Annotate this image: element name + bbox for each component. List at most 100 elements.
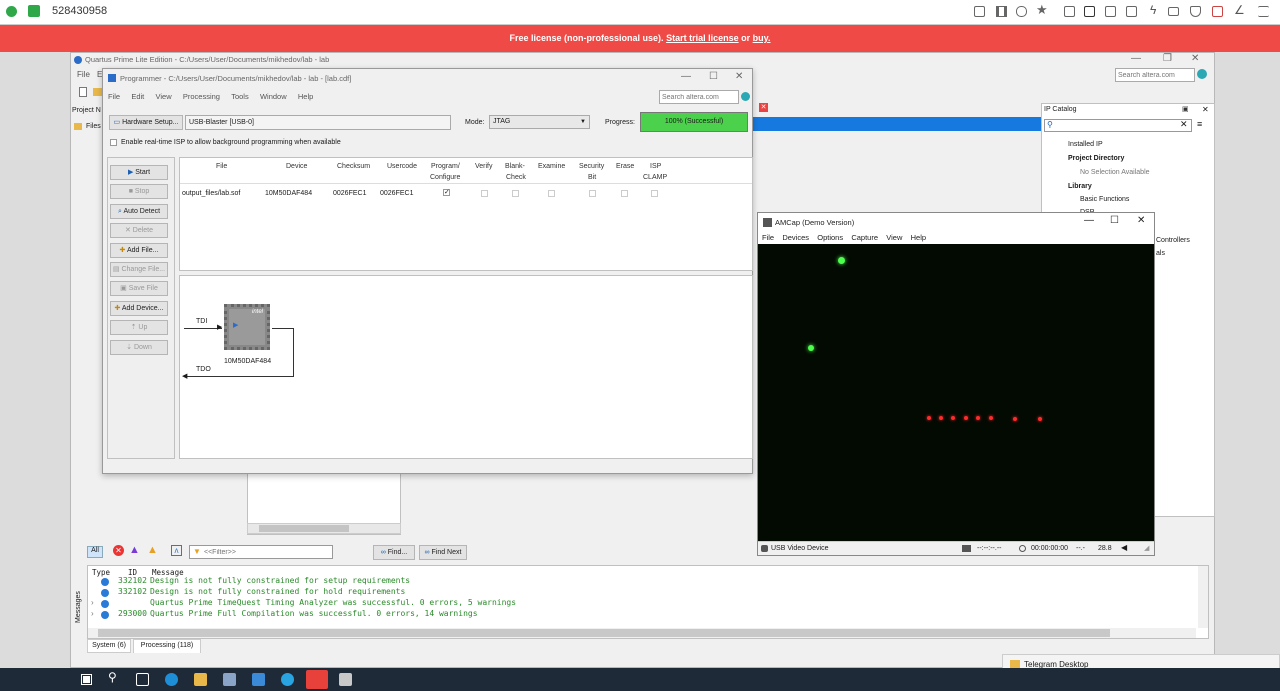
message-filter-input[interactable] bbox=[189, 545, 333, 559]
basic-functions-item[interactable]: Basic Functions bbox=[1080, 196, 1129, 203]
files-tree-item[interactable]: Files bbox=[86, 123, 101, 130]
edge-icon[interactable] bbox=[165, 673, 178, 686]
messages-all-button[interactable]: All bbox=[87, 546, 103, 558]
close-button[interactable]: ✕ bbox=[1191, 53, 1199, 64]
quartus-taskbar-icon[interactable] bbox=[339, 673, 352, 686]
tab-system[interactable]: System (6) bbox=[87, 639, 131, 653]
task-view-icon[interactable] bbox=[136, 673, 149, 686]
stop-button[interactable]: ■ Stop bbox=[110, 184, 168, 199]
verify-checkbox[interactable] bbox=[481, 190, 488, 197]
programmer-close-button[interactable]: ✕ bbox=[735, 71, 743, 82]
start-button[interactable]: ▶ Start bbox=[110, 165, 168, 180]
speaker-icon[interactable]: ◀ bbox=[1121, 543, 1127, 552]
search-icon[interactable]: ⚲ bbox=[108, 670, 117, 684]
amcap-menu-file[interactable]: File bbox=[762, 233, 774, 242]
amcap-minimize-button[interactable]: — bbox=[1084, 215, 1094, 226]
als-item[interactable]: als bbox=[1156, 250, 1165, 257]
add-file-button[interactable]: ✚ Add File... bbox=[110, 243, 168, 258]
find-next-button[interactable]: ∞ Find Next bbox=[419, 545, 467, 560]
lightning-icon[interactable]: ϟ bbox=[1150, 3, 1156, 17]
library-item[interactable]: Library bbox=[1068, 183, 1092, 190]
menu-processing[interactable]: Processing bbox=[183, 92, 220, 101]
project-directory-item[interactable]: Project Directory bbox=[1068, 155, 1124, 162]
minimize-button[interactable]: — bbox=[1131, 53, 1141, 64]
new-file-icon[interactable] bbox=[79, 87, 87, 97]
up-button[interactable]: ⇡ Up bbox=[110, 320, 168, 335]
program-checkbox[interactable]: ✓ bbox=[443, 189, 450, 196]
quartus-search-input[interactable] bbox=[1115, 68, 1195, 82]
menu-file[interactable]: File bbox=[77, 70, 90, 79]
ip-menu-icon[interactable]: ≡ bbox=[1197, 119, 1202, 129]
isp-clamp-checkbox[interactable] bbox=[651, 190, 658, 197]
messages-v-scrollbar[interactable] bbox=[1198, 566, 1208, 628]
globe-icon[interactable] bbox=[1197, 69, 1207, 79]
shield-icon[interactable] bbox=[1190, 6, 1201, 17]
menu-view[interactable]: View bbox=[156, 92, 172, 101]
programmer-maximize-button[interactable]: ☐ bbox=[709, 71, 718, 82]
save-file-button[interactable]: ▣ Save File bbox=[110, 281, 168, 296]
expand-chevron-icon[interactable]: › bbox=[91, 609, 94, 618]
amcap-menu-capture[interactable]: Capture bbox=[851, 233, 878, 242]
tab-close-icon[interactable]: ✕ bbox=[759, 103, 768, 112]
trial-license-link[interactable]: Start trial license bbox=[666, 33, 739, 43]
keyboard-icon[interactable] bbox=[1168, 7, 1179, 16]
down-button[interactable]: ⇣ Down bbox=[110, 340, 168, 355]
examine-checkbox[interactable] bbox=[548, 190, 555, 197]
fpga-chip[interactable]: intel ▶ bbox=[224, 304, 270, 350]
amcap-menu-help[interactable]: Help bbox=[911, 233, 926, 242]
isp-checkbox[interactable] bbox=[110, 139, 117, 146]
ip-catalog-pin-icon[interactable]: ▣ bbox=[1182, 105, 1189, 113]
warning-filter-icon[interactable]: ▲ bbox=[147, 544, 158, 556]
erase-checkbox[interactable] bbox=[621, 190, 628, 197]
maximize-button[interactable]: ❐ bbox=[1163, 53, 1172, 64]
anydesk-icon[interactable] bbox=[306, 670, 328, 689]
scrollbar-thumb[interactable] bbox=[259, 525, 349, 532]
resize-grip-icon[interactable]: ◢ bbox=[1144, 544, 1149, 552]
buy-link[interactable]: buy. bbox=[753, 33, 771, 43]
delete-button[interactable]: ✕ Delete bbox=[110, 223, 168, 238]
find-button[interactable]: ∞ Find... bbox=[373, 545, 415, 560]
window-close-icon[interactable] bbox=[1212, 6, 1223, 17]
windows-start-icon[interactable] bbox=[80, 673, 93, 686]
ip-catalog-close-icon[interactable]: ✕ bbox=[1202, 105, 1209, 114]
hourglass-icon[interactable] bbox=[996, 6, 1007, 17]
menu-icon[interactable] bbox=[1258, 6, 1269, 17]
notes-icon[interactable] bbox=[223, 673, 236, 686]
auto-detect-button[interactable]: ⌕ Auto Detect bbox=[110, 204, 168, 219]
amcap-maximize-button[interactable]: ☐ bbox=[1110, 215, 1119, 226]
critical-warning-filter-icon[interactable]: ▲ bbox=[129, 544, 140, 556]
security-bit-checkbox[interactable] bbox=[589, 190, 596, 197]
file-icon[interactable] bbox=[1064, 6, 1075, 17]
explorer-icon[interactable] bbox=[194, 673, 207, 686]
amcap-close-button[interactable]: ✕ bbox=[1137, 215, 1145, 226]
chat-icon[interactable] bbox=[974, 6, 985, 17]
menu-help[interactable]: Help bbox=[298, 92, 313, 101]
messages-scroll-thumb[interactable] bbox=[98, 629, 1110, 637]
error-filter-icon[interactable]: ✕ bbox=[113, 545, 124, 556]
message-icon[interactable] bbox=[1126, 6, 1137, 17]
ip-search-input[interactable] bbox=[1044, 119, 1192, 132]
menu-window[interactable]: Window bbox=[260, 92, 287, 101]
monitor-icon[interactable] bbox=[1105, 6, 1116, 17]
database-icon[interactable] bbox=[1016, 6, 1027, 17]
controllers-item[interactable]: Controllers bbox=[1156, 237, 1190, 244]
pen-icon[interactable]: ∠ bbox=[1234, 3, 1245, 17]
amcap-menu-devices[interactable]: Devices bbox=[782, 233, 809, 242]
star-icon[interactable]: ★ bbox=[1036, 2, 1048, 18]
amcap-menu-view[interactable]: View bbox=[886, 233, 902, 242]
add-device-button[interactable]: ✚ Add Device... bbox=[110, 301, 168, 316]
suppressed-filter-icon[interactable]: ʌ bbox=[171, 545, 182, 556]
menu-file[interactable]: File bbox=[108, 92, 120, 101]
store-icon[interactable] bbox=[252, 673, 265, 686]
hardware-setup-button[interactable]: ▭ Hardware Setup... bbox=[109, 115, 183, 130]
tab-processing[interactable]: Processing (118) bbox=[133, 639, 201, 653]
menu-edit[interactable]: Edit bbox=[131, 92, 144, 101]
globe-icon[interactable] bbox=[741, 92, 750, 101]
telegram-icon[interactable] bbox=[281, 673, 294, 686]
programmer-minimize-button[interactable]: — bbox=[681, 71, 691, 82]
remote-control-icon[interactable] bbox=[1084, 6, 1095, 17]
programmer-search-input[interactable] bbox=[659, 90, 739, 104]
blank-check-checkbox[interactable] bbox=[512, 190, 519, 197]
installed-ip-item[interactable]: Installed IP bbox=[1068, 141, 1103, 148]
expand-chevron-icon[interactable]: › bbox=[91, 598, 94, 607]
